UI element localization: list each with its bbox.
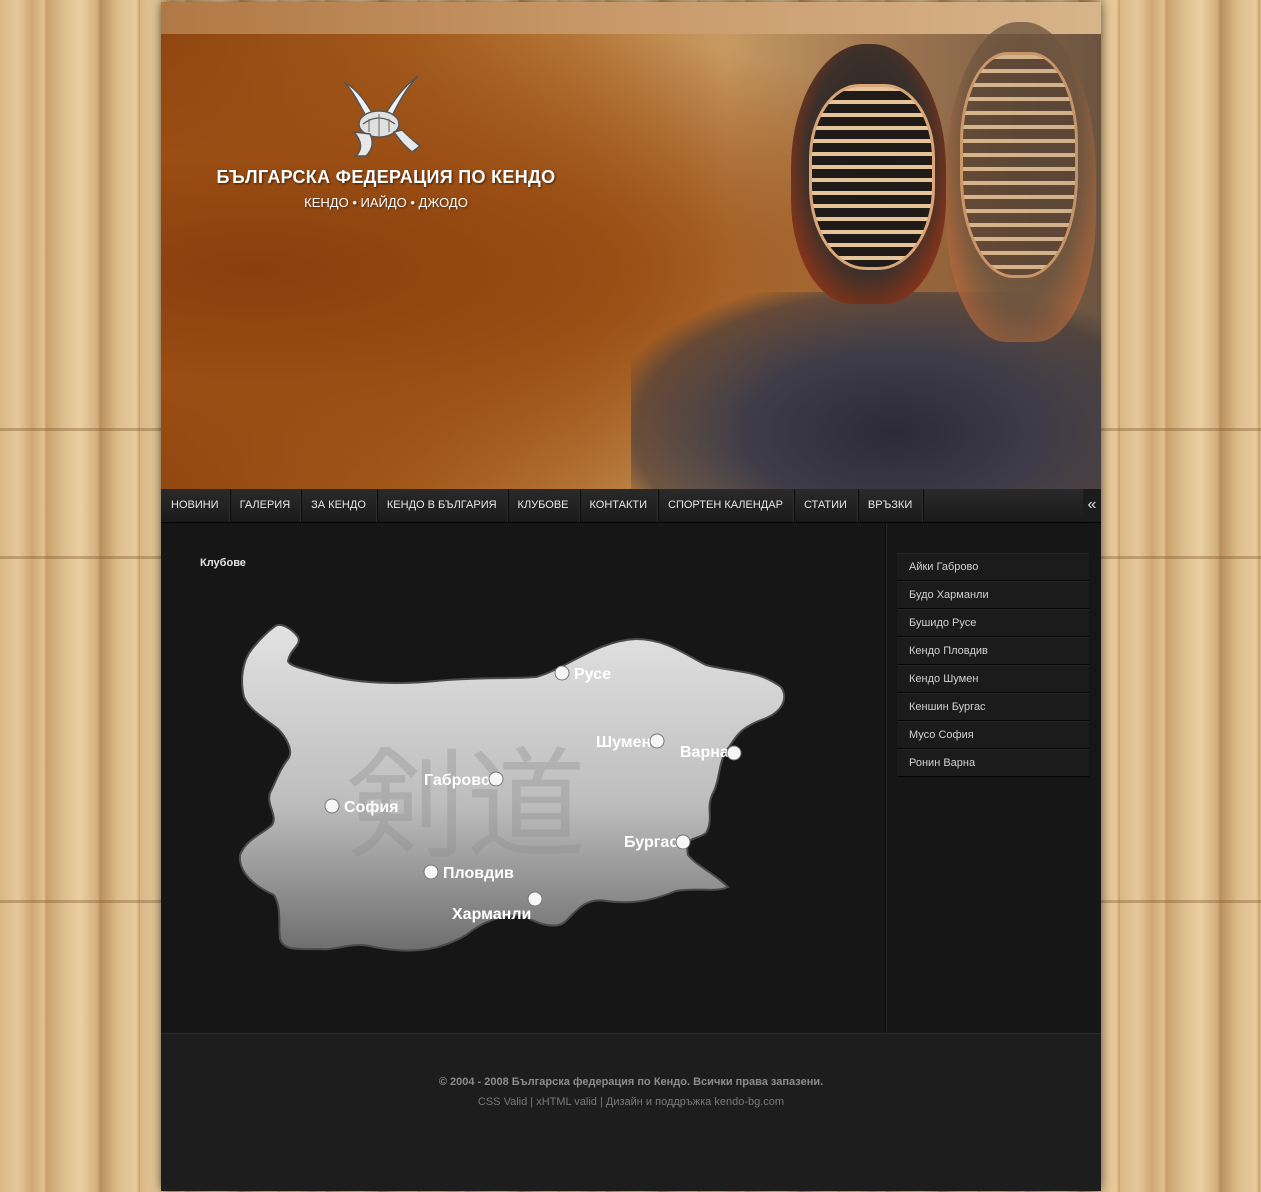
- nav-item-gallery[interactable]: ГАЛЕРИЯ: [230, 489, 302, 522]
- club-link[interactable]: Мусо София: [897, 721, 1089, 749]
- kendo-mask-front: [791, 44, 946, 304]
- clubs-sidebar: Айки Габрово Будо Харманли Бушидо Русе К…: [885, 523, 1102, 1033]
- nav-item-kendo-in-bulgaria[interactable]: КЕНДО В БЪЛГАРИЯ: [377, 489, 508, 522]
- club-link[interactable]: Кендо Шумен: [897, 665, 1089, 693]
- svg-text:София: София: [344, 799, 399, 816]
- kendo-mask-back: [946, 22, 1096, 342]
- collapse-arrows-icon[interactable]: «: [1083, 489, 1101, 522]
- nav-item-about-kendo[interactable]: ЗА КЕНДО: [301, 489, 377, 522]
- svg-text:Пловдив: Пловдив: [443, 865, 514, 882]
- main-content: Клубове 剣道 Русе Шумен Варна Габрово Софи…: [161, 523, 885, 1033]
- footer-copyright: © 2004 - 2008 Българска федерация по Кен…: [438, 1076, 824, 1088]
- header-banner: БЪЛГАРСКА ФЕДЕРАЦИЯ ПО КЕНДО КЕНДО • ИАЙ…: [161, 2, 1101, 489]
- city-marker-varna[interactable]: Варна: [680, 744, 742, 761]
- club-link[interactable]: Ронин Варна: [897, 749, 1089, 777]
- svg-text:Шумен: Шумен: [596, 734, 651, 751]
- footer-links[interactable]: CSS Valid | xHTML valid | Дизайн и поддр…: [161, 1096, 1101, 1108]
- footer: © 2004 - 2008 Българска федерация по Кен…: [161, 1033, 1101, 1191]
- site-subtitle: КЕНДО • ИАЙДО • ДЖОДО: [304, 195, 468, 210]
- nav-item-sport-calendar[interactable]: СПОРТЕН КАЛЕНДАР: [658, 489, 794, 522]
- city-marker-burgas[interactable]: Бургас: [624, 834, 691, 851]
- header-top-band: [161, 2, 1101, 34]
- page-container: БЪЛГАРСКА ФЕДЕРАЦИЯ ПО КЕНДО КЕНДО • ИАЙ…: [161, 2, 1102, 1191]
- svg-text:Русе: Русе: [574, 666, 611, 683]
- breadcrumb: Клубове: [200, 557, 246, 569]
- site-title: БЪЛГАРСКА ФЕДЕРАЦИЯ ПО КЕНДО: [216, 167, 556, 187]
- club-link[interactable]: Кеншин Бургас: [897, 693, 1089, 721]
- club-link[interactable]: Будо Харманли: [897, 581, 1089, 609]
- svg-text:Харманли: Харманли: [452, 906, 531, 923]
- kabuto-helmet-icon[interactable]: [336, 72, 426, 162]
- nav-item-clubs[interactable]: КЛУБОВЕ: [508, 489, 580, 522]
- club-link[interactable]: Бушидо Русе: [897, 609, 1089, 637]
- nav-item-contacts[interactable]: КОНТАКТИ: [580, 489, 659, 522]
- nav-item-articles[interactable]: СТАТИИ: [794, 489, 858, 522]
- club-link[interactable]: Айки Габрово: [897, 553, 1089, 581]
- club-link[interactable]: Кендо Пловдив: [897, 637, 1089, 665]
- svg-text:Габрово: Габрово: [424, 772, 491, 789]
- svg-text:Варна: Варна: [680, 744, 729, 761]
- nav-item-links[interactable]: ВРЪЗКИ: [858, 489, 924, 522]
- bulgaria-clubs-map: 剣道 Русе Шумен Варна Габрово София Бургас…: [238, 623, 786, 952]
- svg-text:Бургас: Бургас: [624, 834, 678, 851]
- main-navigation: НОВИНИ ГАЛЕРИЯ ЗА КЕНДО КЕНДО В БЪЛГАРИЯ…: [161, 489, 1101, 523]
- nav-item-news[interactable]: НОВИНИ: [161, 489, 230, 522]
